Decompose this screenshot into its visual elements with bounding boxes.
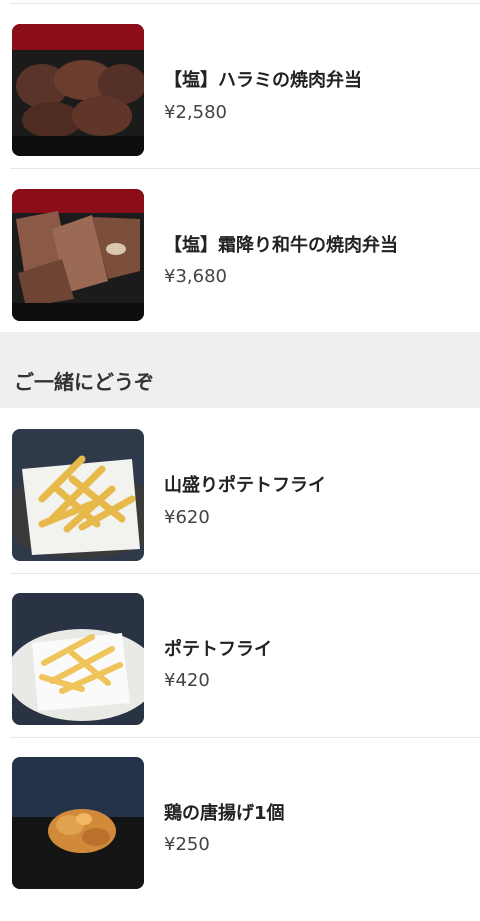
menu-item[interactable]: 山盛りポテトフライ ¥620 [0, 429, 480, 593]
karaage-image [12, 757, 144, 889]
item-price: ¥420 [164, 670, 210, 691]
menu-item[interactable]: 【塩】ハラミの焼肉弁当 ¥2,580 [0, 24, 480, 188]
section-header: ご一緒にどうぞ [0, 332, 480, 408]
menu-item[interactable]: 【塩】霜降り和牛の焼肉弁当 ¥3,680 [0, 189, 480, 353]
item-name: ポテトフライ [164, 639, 272, 660]
item-price: ¥250 [164, 834, 210, 855]
bento-wagyu-image [12, 189, 144, 321]
fries-large-image [12, 429, 144, 561]
fries-image [12, 593, 144, 725]
item-price: ¥2,580 [164, 102, 227, 123]
divider [10, 3, 480, 4]
divider [10, 168, 480, 169]
item-name: 【塩】霜降り和牛の焼肉弁当 [164, 235, 398, 256]
item-price: ¥3,680 [164, 266, 227, 287]
bento-harami-image [12, 24, 144, 156]
divider [10, 737, 480, 738]
divider [10, 573, 480, 574]
item-name: 鶏の唐揚げ1個 [164, 803, 285, 824]
menu-item[interactable]: 鶏の唐揚げ1個 ¥250 [0, 757, 480, 921]
item-name: 【塩】ハラミの焼肉弁当 [164, 70, 362, 91]
section-title: ご一緒にどうぞ [14, 370, 154, 394]
item-price: ¥620 [164, 507, 210, 528]
menu-item[interactable]: ポテトフライ ¥420 [0, 593, 480, 757]
item-name: 山盛りポテトフライ [164, 475, 326, 496]
